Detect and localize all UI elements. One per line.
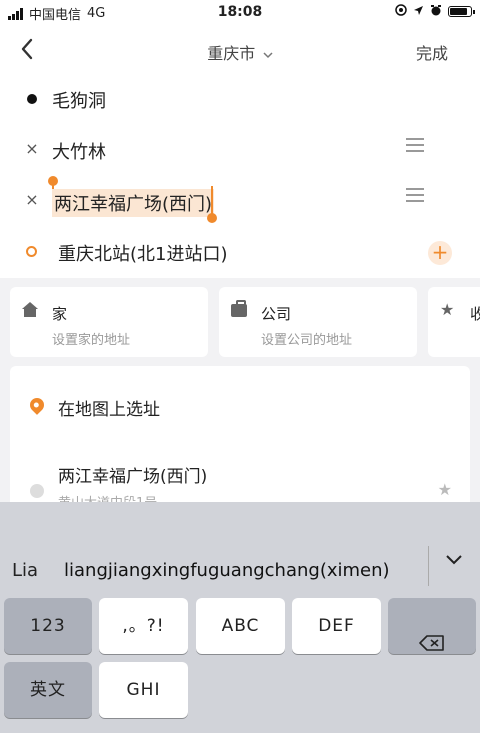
shortcut-cards: 家 设置家的地址 公司 设置公司的地址 ★ 收	[0, 278, 480, 364]
key-punct[interactable]: ,。?!	[99, 598, 188, 654]
city-label: 重庆市	[207, 44, 256, 63]
card-title: 收	[470, 305, 480, 323]
chevron-down-icon	[259, 49, 273, 62]
history-name: 两江幸福广场(西门)	[58, 467, 208, 487]
star-icon: ★	[440, 300, 455, 319]
home-card[interactable]: 家 设置家的地址	[10, 287, 208, 357]
backspace-icon	[419, 618, 445, 651]
route-stops: 毛狗洞 × 大竹林 × 两江幸福广场(西门) 重庆北站(北1进站口) +	[0, 74, 480, 278]
card-subtitle: 设置家的地址	[52, 333, 131, 348]
keyboard: Lia liangjiangxingfuguangchang(ximen) 12…	[0, 502, 480, 733]
card-title: 家	[52, 305, 68, 323]
backspace-key[interactable]	[388, 598, 476, 654]
location-icon	[395, 4, 407, 19]
origin-dot-icon	[27, 94, 37, 104]
add-stop-button[interactable]: +	[428, 241, 452, 265]
home-icon	[22, 302, 38, 318]
drag-handle-icon[interactable]	[406, 188, 424, 202]
map-pin-icon	[27, 395, 47, 415]
nav-bar: 重庆市 完成	[0, 26, 480, 74]
selection-end-handle[interactable]	[207, 213, 217, 223]
remove-icon[interactable]: ×	[24, 139, 40, 158]
favorites-card[interactable]: ★ 收	[428, 287, 480, 357]
history-item[interactable]: 两江幸福广场(西门) 黄山大道中段1号 ★	[10, 454, 470, 506]
card-subtitle: 设置公司的地址	[261, 333, 353, 348]
stop-waypoint[interactable]: × 大竹林	[0, 125, 480, 175]
briefcase-icon	[231, 300, 247, 318]
remove-icon[interactable]: ×	[24, 190, 40, 209]
key-def[interactable]: DEF	[292, 598, 381, 654]
city-selector[interactable]: 重庆市	[0, 40, 480, 64]
key-ghi[interactable]: GHI	[99, 662, 188, 718]
alarm-icon	[430, 4, 442, 19]
chevron-down-icon[interactable]	[444, 552, 464, 572]
stop-label: 毛狗洞	[52, 91, 106, 112]
stop-label: 重庆北站(北1进站口)	[58, 244, 228, 265]
candidate-word[interactable]: liangjiangxingfuguangchang(ximen)	[64, 560, 390, 581]
candidate-bar: Lia liangjiangxingfuguangchang(ximen)	[0, 502, 480, 592]
stop-input[interactable]: 两江幸福广场(西门)	[52, 189, 215, 217]
stop-label: 大竹林	[52, 142, 106, 163]
company-card[interactable]: 公司 设置公司的地址	[219, 287, 417, 357]
pinyin-input: Lia	[12, 560, 39, 581]
stop-origin[interactable]: 毛狗洞	[0, 74, 480, 124]
clock-icon	[30, 484, 44, 498]
selection-end-bar	[211, 186, 213, 216]
done-button[interactable]: 完成	[416, 40, 448, 64]
candidate-divider	[428, 546, 429, 586]
key-abc[interactable]: ABC	[196, 598, 285, 654]
stop-waypoint-editing[interactable]: × 两江幸福广场(西门)	[0, 176, 480, 226]
status-bar: 中国电信 4G 18:08	[0, 0, 480, 26]
battery-icon	[448, 6, 475, 17]
pick-on-map-item[interactable]: 在地图上选址	[10, 386, 470, 430]
status-right	[395, 4, 475, 19]
key-123[interactable]: 123	[4, 598, 92, 654]
drag-handle-icon[interactable]	[406, 138, 424, 152]
card-title: 公司	[261, 305, 292, 323]
key-english[interactable]: 英文	[4, 662, 92, 718]
pick-on-map-label: 在地图上选址	[58, 400, 160, 420]
suggestion-panel: 在地图上选址 两江幸福广场(西门) 黄山大道中段1号 ★	[10, 366, 470, 506]
stop-destination[interactable]: 重庆北站(北1进站口) +	[0, 227, 480, 277]
star-icon[interactable]: ★	[438, 480, 452, 499]
destination-ring-icon	[26, 246, 37, 257]
navigation-icon	[413, 5, 424, 19]
